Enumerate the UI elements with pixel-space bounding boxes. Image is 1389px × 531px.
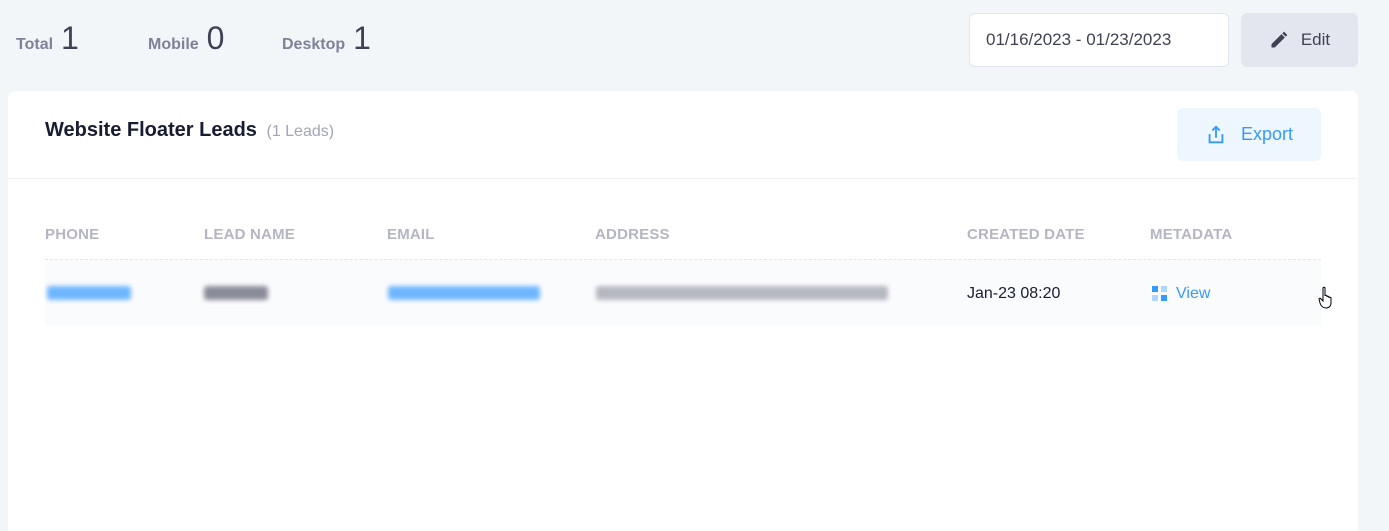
stat-mobile-label: Mobile (148, 36, 199, 53)
phone-cell-redacted[interactable] (47, 286, 131, 300)
top-bar: Total 1 Mobile 0 Desktop 1 01/16/2023 - … (0, 0, 1389, 90)
header-address[interactable]: ADDRESS (595, 226, 670, 243)
export-icon (1208, 124, 1224, 143)
card-title: Website Floater Leads (1 Leads) (45, 119, 334, 142)
hand-cursor-icon (1318, 286, 1332, 309)
card-header: Website Floater Leads (1 Leads) Export (8, 91, 1358, 179)
stat-total-value: 1 (61, 20, 79, 56)
stat-mobile: Mobile 0 (148, 18, 224, 58)
pencil-icon (1271, 31, 1288, 48)
stat-desktop-value: 1 (353, 20, 371, 56)
export-button[interactable]: Export (1177, 108, 1321, 161)
table-row: Jan-23 08:20 View (45, 259, 1332, 327)
header-metadata[interactable]: METADATA (1150, 226, 1232, 243)
stat-desktop: Desktop 1 (282, 18, 371, 58)
header-email[interactable]: EMAIL (387, 226, 435, 243)
view-metadata-link[interactable]: View (1152, 260, 1332, 327)
created-date-cell: Jan-23 08:20 (967, 285, 1061, 302)
leads-card: Website Floater Leads (1 Leads) Export P… (8, 91, 1358, 531)
leads-count: (1 Leads) (266, 123, 335, 140)
stat-total: Total 1 (16, 18, 79, 58)
date-range-picker[interactable]: 01/16/2023 - 01/23/2023 (969, 13, 1229, 67)
stat-desktop-label: Desktop (282, 36, 346, 53)
card-title-text: Website Floater Leads (45, 119, 257, 141)
header-created-date[interactable]: CREATED DATE (967, 226, 1085, 243)
header-lead-name[interactable]: LEAD NAME (204, 226, 295, 243)
edit-button-label: Edit (1300, 30, 1331, 49)
address-cell-redacted (596, 286, 888, 300)
stat-total-label: Total (16, 36, 54, 53)
grid-icon (1152, 285, 1168, 302)
export-button-label: Export (1240, 124, 1294, 144)
stat-mobile-value: 0 (206, 20, 225, 56)
view-link-label: View (1176, 284, 1211, 302)
edit-button[interactable]: Edit (1241, 13, 1358, 67)
lead-name-cell-redacted (204, 286, 268, 300)
header-phone[interactable]: PHONE (45, 226, 99, 243)
email-cell-redacted[interactable] (388, 286, 540, 300)
